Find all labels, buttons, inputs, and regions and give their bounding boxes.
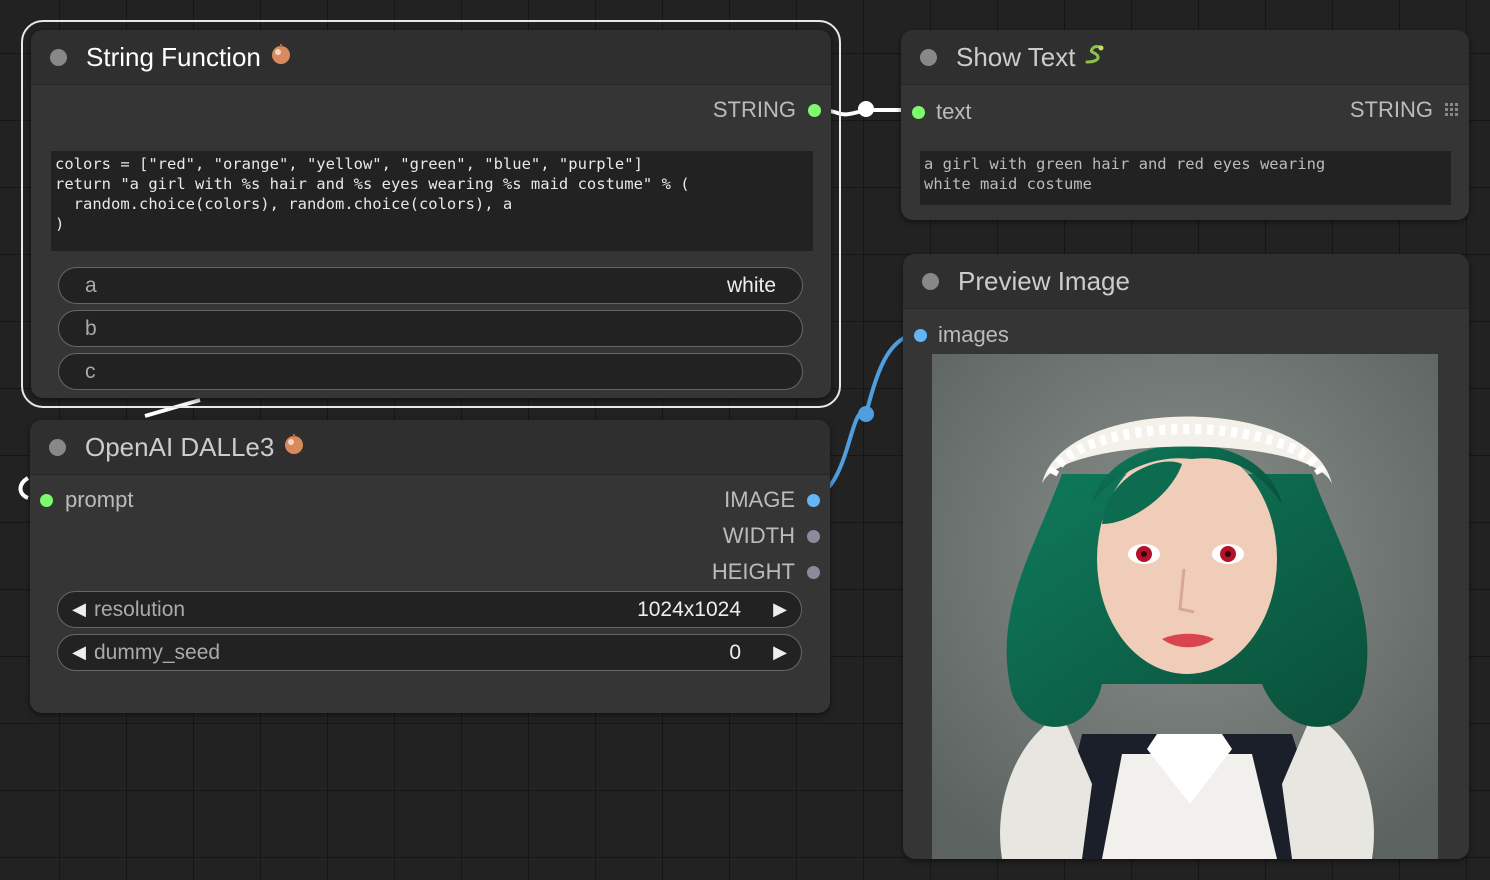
field-value: white: [726, 273, 776, 297]
chevron-right-icon[interactable]: ▶: [771, 642, 789, 663]
onion-icon: [269, 42, 293, 73]
link-midpoint[interactable]: [858, 101, 874, 117]
widget-label: dummy_seed: [94, 640, 221, 664]
collapse-dot[interactable]: [49, 438, 66, 456]
node-title: String Function: [86, 41, 261, 72]
chevron-left-icon[interactable]: ◀: [70, 642, 88, 663]
resolution-combo[interactable]: ◀ resolution 1024x1024 ▶: [57, 591, 802, 628]
output-label: STRING: [712, 97, 796, 122]
input-dot[interactable]: [912, 105, 925, 119]
field-label: b: [85, 316, 97, 340]
input-slot-images[interactable]: images: [914, 322, 1009, 348]
text-display[interactable]: a girl with green hair and red eyes wear…: [920, 151, 1451, 205]
show-text-node[interactable]: Show Text text STRING a girl with green …: [901, 30, 1469, 220]
node-title-bar[interactable]: String Function: [31, 30, 831, 85]
field-label: c: [85, 359, 96, 383]
chevron-right-icon[interactable]: ▶: [771, 599, 789, 620]
node-title: OpenAI DALLe3: [85, 431, 275, 462]
snake-icon: [1083, 42, 1107, 73]
output-dot[interactable]: [807, 529, 820, 543]
collapse-dot[interactable]: [922, 272, 939, 290]
code-line: colors = ["red", "orange", "yellow", "gr…: [55, 155, 643, 173]
collapse-dot[interactable]: [50, 48, 67, 66]
dalle-node[interactable]: OpenAI DALLe3 prompt IMAGE WIDTH HEIGHT …: [30, 420, 830, 713]
onion-icon: [282, 432, 306, 463]
output-slot-image[interactable]: IMAGE: [724, 487, 820, 513]
input-label: text: [936, 99, 972, 124]
input-dot[interactable]: [40, 493, 53, 507]
output-slot-width[interactable]: WIDTH: [723, 523, 820, 549]
preview-image[interactable]: [932, 354, 1438, 859]
output-dot[interactable]: [807, 565, 820, 579]
input-dot[interactable]: [914, 328, 927, 342]
code-line: ): [55, 215, 65, 233]
output-slot-height[interactable]: HEIGHT: [712, 559, 820, 585]
widget-label: resolution: [94, 597, 186, 621]
output-dot[interactable]: [808, 103, 821, 117]
node-title: Preview Image: [958, 265, 1130, 296]
node-title-bar[interactable]: Preview Image: [903, 254, 1469, 309]
field-label: a: [85, 273, 97, 297]
input-field-a[interactable]: a white: [58, 267, 803, 304]
output-label: WIDTH: [722, 523, 795, 548]
output-label: STRING: [1349, 97, 1433, 122]
grid-icon[interactable]: [1445, 97, 1459, 123]
preview-image-node[interactable]: Preview Image images: [903, 254, 1469, 859]
input-slot-prompt[interactable]: prompt: [40, 487, 133, 513]
collapse-dot[interactable]: [920, 48, 937, 66]
widget-value: 1024x1024: [637, 597, 741, 621]
output-label: HEIGHT: [711, 559, 795, 584]
code-editor[interactable]: colors = ["red", "orange", "yellow", "gr…: [51, 151, 813, 251]
output-dot[interactable]: [807, 493, 820, 507]
dummy-seed-stepper[interactable]: ◀ dummy_seed 0 ▶: [57, 634, 802, 671]
output-label: IMAGE: [724, 487, 795, 512]
node-title: Show Text: [956, 41, 1076, 72]
string-function-node[interactable]: String Function STRING colors = ["red", …: [21, 20, 841, 408]
output-slot-string[interactable]: STRING: [1350, 97, 1459, 123]
input-label: images: [938, 322, 1009, 347]
link-midpoint[interactable]: [858, 406, 874, 422]
input-label: prompt: [65, 487, 134, 512]
code-line: return "a girl with %s hair and %s eyes …: [55, 175, 690, 193]
node-title-bar[interactable]: Show Text: [901, 30, 1469, 85]
output-slot-string[interactable]: STRING: [713, 97, 821, 123]
input-field-b[interactable]: b: [58, 310, 803, 347]
node-title-bar[interactable]: OpenAI DALLe3: [30, 420, 830, 475]
chevron-left-icon[interactable]: ◀: [70, 599, 88, 620]
input-slot-text[interactable]: text: [912, 99, 971, 125]
input-field-c[interactable]: c: [58, 353, 803, 390]
widget-value: 0: [729, 640, 741, 664]
code-line: random.choice(colors), random.choice(col…: [55, 195, 513, 213]
